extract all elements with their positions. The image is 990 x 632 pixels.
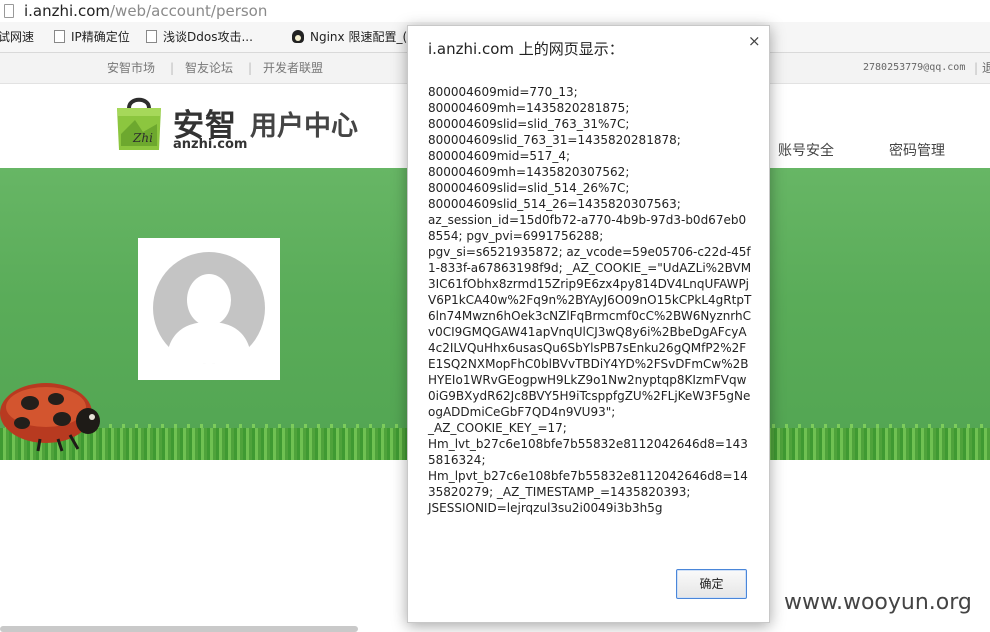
- bookmark-item[interactable]: IP精确定位: [54, 22, 130, 52]
- page-title: 用户中心: [250, 111, 358, 142]
- horizontal-scrollbar[interactable]: [0, 626, 358, 632]
- svg-text:Zhi: Zhi: [132, 131, 153, 145]
- bookmark-item[interactable]: Nginx 限速配置_(: [292, 22, 407, 52]
- url-host: i.anzhi.com: [24, 2, 110, 20]
- brand-domain: anzhi.com: [173, 137, 248, 152]
- bookmark-label: Nginx 限速配置_(: [310, 30, 408, 44]
- nav-separator: |: [974, 61, 979, 75]
- bookmark-item[interactable]: 浅谈Ddos攻击...: [146, 22, 253, 52]
- nav-separator: |: [170, 61, 175, 75]
- close-icon[interactable]: ×: [748, 32, 761, 50]
- shopping-bag-logo-icon[interactable]: Zhi: [113, 94, 165, 152]
- bookmark-label: 试网速: [0, 30, 35, 44]
- bookmark-label: 浅谈Ddos攻击...: [163, 30, 253, 44]
- address-bar[interactable]: i.anzhi.com/web/account/person: [0, 0, 990, 22]
- url-text[interactable]: i.anzhi.com/web/account/person: [24, 0, 267, 22]
- tux-icon: [292, 30, 304, 43]
- ladybug-icon: [0, 383, 100, 452]
- watermark: www.wooyun.org: [784, 590, 972, 615]
- dialog-title: i.anzhi.com 上的网页显示：: [428, 40, 624, 58]
- link-developer[interactable]: 开发者联盟: [263, 53, 323, 83]
- alert-dialog: i.anzhi.com 上的网页显示： × 800004609mid=770_1…: [407, 25, 770, 623]
- bookmark-label: IP精确定位: [71, 30, 130, 44]
- tab-account-security[interactable]: 账号安全: [778, 140, 834, 160]
- page-icon: [4, 4, 14, 18]
- bookmark-item[interactable]: 试网速: [0, 22, 34, 52]
- user-email[interactable]: 2780253779@qq.com: [863, 53, 965, 83]
- page-icon: [54, 30, 65, 43]
- link-anzhi-market[interactable]: 安智市场: [107, 53, 155, 83]
- default-avatar-icon: [153, 252, 265, 364]
- url-path: /web/account/person: [110, 2, 268, 20]
- dialog-message: 800004609mid=770_13; 800004609mh=1435820…: [428, 85, 752, 515]
- tab-password-management[interactable]: 密码管理: [889, 140, 945, 160]
- avatar[interactable]: [138, 238, 280, 380]
- ok-button[interactable]: 确定: [676, 569, 747, 599]
- link-forum[interactable]: 智友论坛: [185, 53, 233, 83]
- logout-link[interactable]: 退: [982, 53, 990, 83]
- nav-separator: |: [248, 61, 253, 75]
- page-icon: [146, 30, 157, 43]
